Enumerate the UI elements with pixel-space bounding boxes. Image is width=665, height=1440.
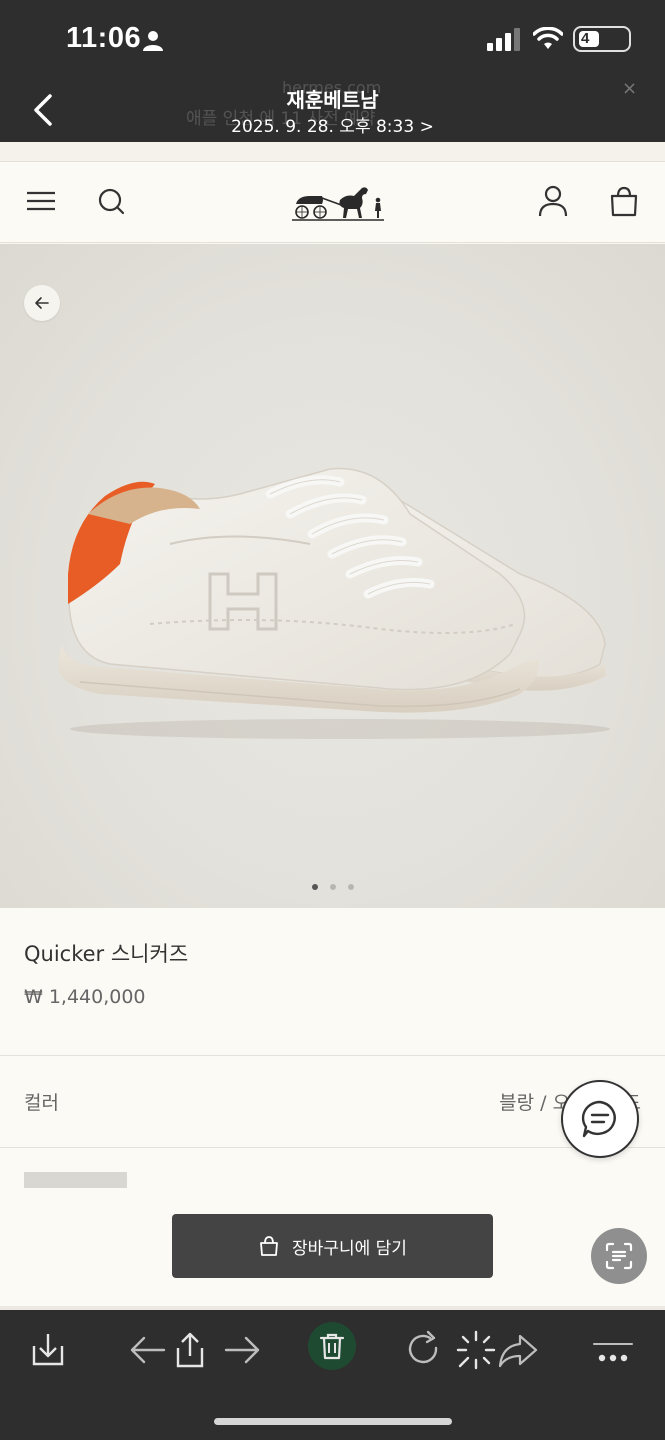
- loading-placeholder: [24, 1172, 127, 1188]
- text-scan-icon: [605, 1242, 633, 1270]
- product-info: Quicker 스니커즈 ₩ 1,440,000: [0, 908, 665, 1056]
- arrow-right-icon[interactable]: [220, 1328, 264, 1372]
- search-icon[interactable]: [94, 184, 128, 218]
- carousel-dots: [0, 884, 665, 890]
- color-label: 컬러: [24, 1092, 59, 1114]
- more-icon[interactable]: [592, 1328, 636, 1372]
- carousel-back-button[interactable]: [24, 285, 60, 321]
- status-indicators: 4: [487, 26, 631, 52]
- arrow-left-icon: [35, 297, 49, 309]
- rotate-icon[interactable]: [402, 1328, 446, 1372]
- account-icon[interactable]: [536, 184, 570, 218]
- wifi-icon: [533, 27, 563, 49]
- photo-toolbar: [0, 1310, 665, 1440]
- home-indicator: [214, 1418, 452, 1425]
- chat-name: 재훈베트남: [286, 88, 379, 112]
- magic-icon[interactable]: [454, 1328, 498, 1372]
- photo-viewer-header: hermes.com 애플 인천 에 11 사전 예약 × 재훈베트남 2025…: [0, 78, 665, 142]
- carousel-dot-3[interactable]: [347, 884, 354, 890]
- battery-level-text: 4: [581, 30, 590, 47]
- menu-icon[interactable]: [24, 184, 58, 218]
- bag-icon[interactable]: [607, 184, 641, 218]
- carousel-dot-1[interactable]: [311, 884, 318, 890]
- site-nav: [0, 162, 665, 243]
- screen: 11:06 4 hermes.com 애플 인천 에 11 사전 예약 × 재훈…: [0, 0, 665, 1440]
- signal-icon: [487, 28, 520, 51]
- trash-icon: [319, 1333, 345, 1360]
- top-strip: [0, 142, 665, 162]
- status-time: 11:06: [66, 22, 142, 54]
- chat-button[interactable]: [561, 1080, 639, 1158]
- carousel-dot-2[interactable]: [329, 884, 336, 890]
- photo-date-link[interactable]: 2025. 9. 28. 오후 8:33 >: [0, 112, 665, 137]
- add-to-cart-button[interactable]: 장바구니에 담기: [172, 1214, 493, 1278]
- person-icon: [143, 31, 163, 51]
- sneaker-image: [58, 467, 610, 739]
- share-icon[interactable]: [168, 1328, 212, 1372]
- web-page: Quicker 스니커즈 ₩ 1,440,000 컬러 블랑 / 오렌지 / 드…: [0, 142, 665, 1310]
- purchase-section: 장바구니에 담기: [0, 1148, 665, 1310]
- battery-icon: 4: [573, 26, 631, 52]
- product-name: Quicker 스니커즈: [24, 942, 189, 966]
- forward-icon[interactable]: [496, 1328, 540, 1372]
- product-image-carousel[interactable]: [0, 244, 665, 908]
- product-price: ₩ 1,440,000: [24, 986, 146, 1008]
- delete-button[interactable]: [308, 1322, 356, 1370]
- add-to-cart-label: 장바구니에 담기: [292, 1238, 407, 1259]
- status-bar: 11:06 4: [0, 0, 665, 78]
- arrow-left-icon[interactable]: [126, 1328, 170, 1372]
- brand-logo[interactable]: [288, 178, 388, 226]
- live-text-button[interactable]: [591, 1228, 647, 1284]
- download-icon[interactable]: [26, 1328, 70, 1372]
- bag-icon: [260, 1236, 278, 1256]
- chat-bubble-icon: [581, 1100, 616, 1138]
